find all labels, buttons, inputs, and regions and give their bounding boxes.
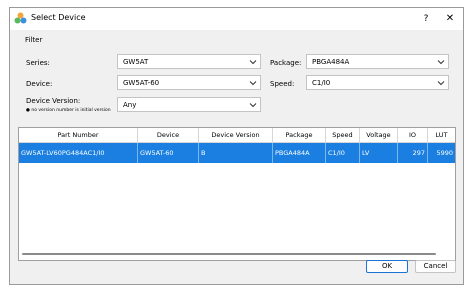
cancel-button[interactable]: Cancel	[415, 260, 456, 273]
horizontal-scrollbar[interactable]	[19, 249, 455, 260]
device-combobox[interactable]: GW5AT-60	[117, 75, 261, 90]
chevron-down-icon	[249, 103, 257, 108]
speed-label: Speed:	[270, 80, 295, 88]
table-header: Part Number Device Device Version Packag…	[19, 128, 455, 143]
window-title: Select Device	[31, 13, 86, 22]
device-value: GW5AT-60	[123, 79, 160, 87]
version-note-text: no version number is initial version	[31, 108, 111, 113]
chevron-down-icon	[437, 81, 445, 86]
device-version-combobox[interactable]: Any	[117, 97, 261, 112]
device-version-label: Device Version:	[26, 97, 81, 105]
chevron-down-icon	[249, 60, 257, 65]
version-note: ● no version number is initial version	[26, 108, 111, 113]
filter-group-label: Filter	[25, 36, 43, 44]
column-header-speed[interactable]: Speed	[326, 128, 360, 142]
cell-lut: 5990	[436, 149, 453, 157]
series-combobox[interactable]: GW5AT	[117, 54, 261, 69]
select-device-dialog: Select Device ? ✕ Filter Series: GW5AT D…	[9, 7, 464, 285]
cell-part-number: GW5AT-LV60PG484AC1/I0	[19, 143, 138, 163]
column-header-device-version[interactable]: Device Version	[199, 128, 273, 142]
ok-button[interactable]: OK	[366, 260, 408, 273]
cell-device-version: B	[199, 143, 273, 163]
cell-speed: C1/I0	[326, 143, 360, 163]
column-header-part-number[interactable]: Part Number	[19, 128, 138, 142]
table-row[interactable]: GW5AT-LV60PG484AC1/I0 GW5AT-60 B PBGA484…	[19, 143, 455, 163]
cell-device: GW5AT-60	[138, 143, 199, 163]
column-header-device[interactable]: Device	[138, 128, 199, 142]
speed-value: C1/I0	[312, 79, 331, 87]
title-bar: Select Device ? ✕	[10, 8, 463, 30]
series-value: GW5AT	[123, 58, 149, 66]
column-header-io[interactable]: IO	[398, 128, 428, 142]
scrollbar-thumb[interactable]	[22, 253, 436, 255]
chevron-down-icon	[249, 81, 257, 86]
column-header-package[interactable]: Package	[273, 128, 326, 142]
series-label: Series:	[26, 59, 50, 67]
cell-package: PBGA484A	[273, 143, 326, 163]
cell-voltage: LV	[360, 143, 398, 163]
app-logo-icon	[14, 12, 27, 24]
device-label: Device:	[26, 80, 53, 88]
column-header-lut[interactable]: LUT	[428, 128, 455, 142]
package-value: PBGA484A	[312, 58, 350, 66]
device-version-value: Any	[123, 101, 137, 109]
speed-combobox[interactable]: C1/I0	[306, 75, 449, 90]
cell-io: 297	[398, 143, 428, 163]
chevron-down-icon	[437, 60, 445, 65]
help-button[interactable]: ?	[415, 10, 437, 28]
device-table: Part Number Device Device Version Packag…	[18, 127, 456, 261]
column-header-voltage[interactable]: Voltage	[360, 128, 398, 142]
close-button[interactable]: ✕	[439, 10, 461, 28]
package-combobox[interactable]: PBGA484A	[306, 54, 449, 69]
package-label: Package:	[270, 59, 302, 67]
